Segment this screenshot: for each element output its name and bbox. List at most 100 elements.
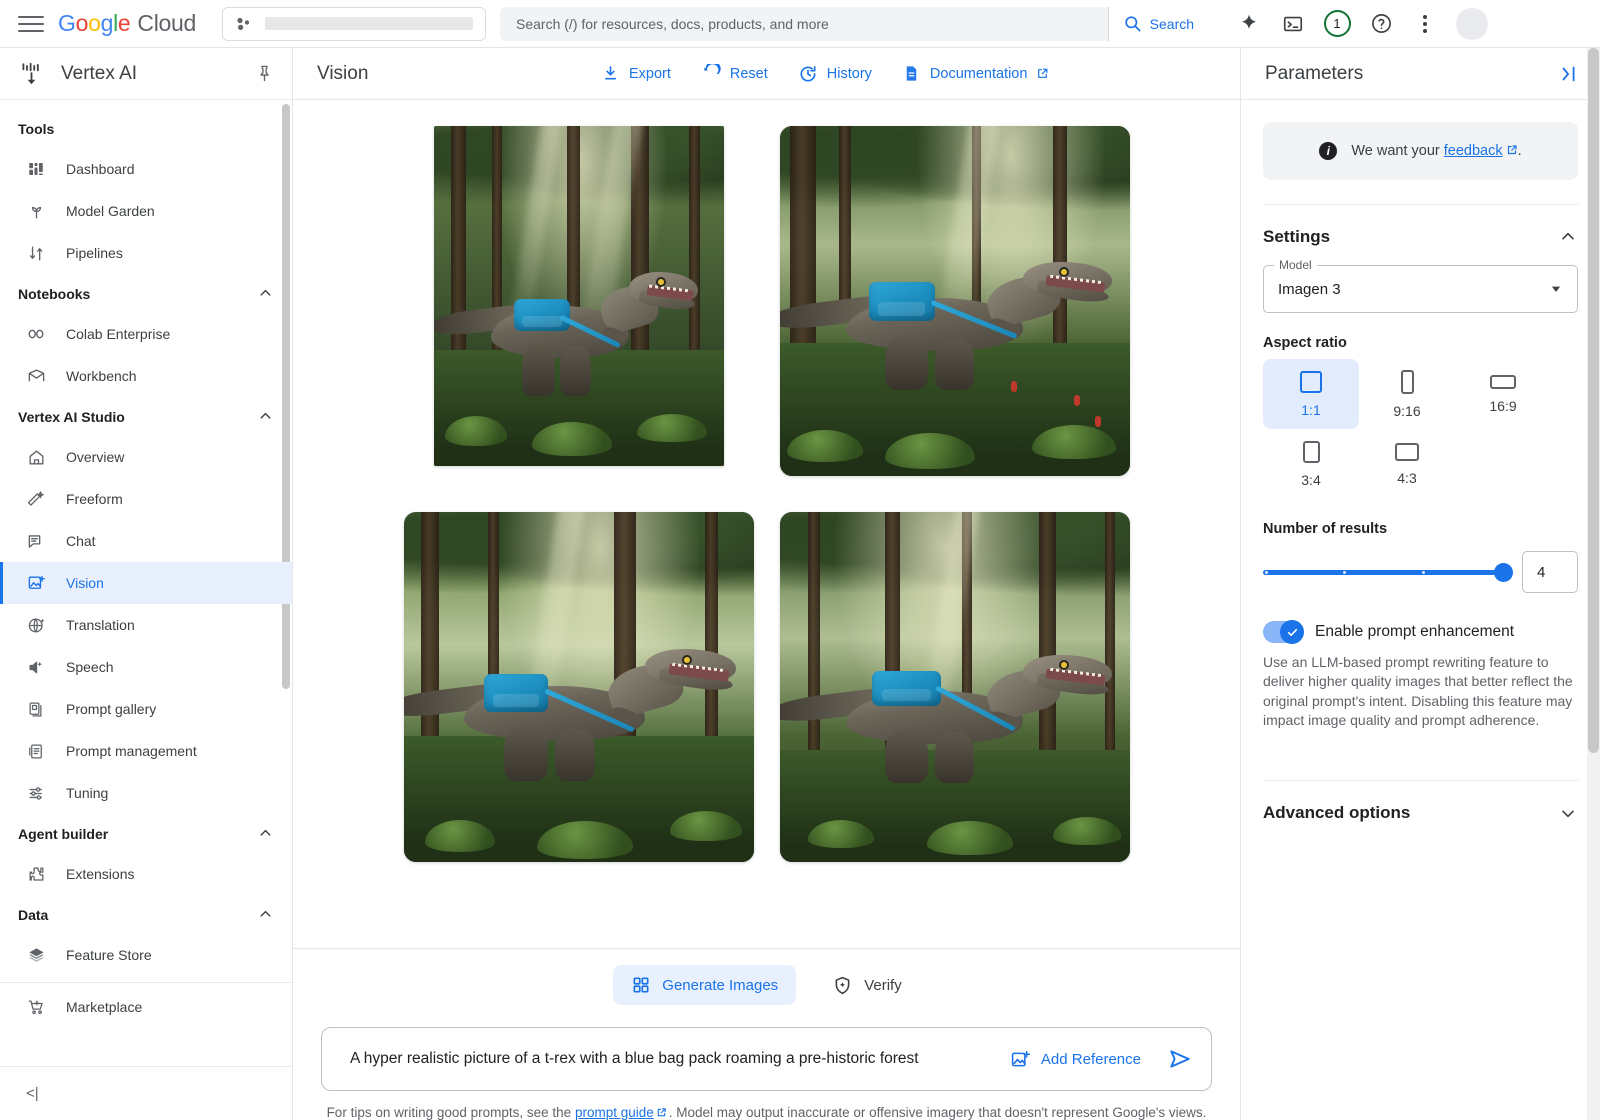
prompt-enhancement-help: Use an LLM-based prompt rewriting featur… (1263, 653, 1578, 730)
sidebar-group-label: Vertex AI Studio (18, 409, 257, 425)
external-link-icon (1036, 67, 1049, 80)
aspect-ratio-label-text: 3:4 (1301, 472, 1320, 488)
sidebar-item-translation[interactable]: Translation (0, 604, 292, 646)
gallery-icon (26, 699, 46, 719)
sidebar-item-extensions[interactable]: Extensions (0, 853, 292, 895)
send-prompt-button[interactable] (1157, 1046, 1193, 1072)
sidebar-item-label: Overview (66, 449, 124, 465)
documentation-label: Documentation (930, 66, 1028, 82)
sidebar-item-colab-enterprise[interactable]: Colab Enterprise (0, 313, 292, 355)
sidebar-item-dashboard[interactable]: Dashboard (0, 148, 292, 190)
sidebar-group-notebooks[interactable]: Notebooks (0, 274, 292, 313)
sidebar-item-prompt-management[interactable]: Prompt management (0, 730, 292, 772)
hamburger-menu-icon[interactable] (18, 11, 44, 37)
documentation-button[interactable]: Documentation (902, 64, 1050, 83)
notifications-button[interactable]: 1 (1318, 5, 1356, 43)
chevron-up-icon[interactable] (257, 825, 274, 842)
gemini-sparkle-icon[interactable] (1230, 5, 1268, 43)
aspect-ratio-1-1[interactable]: 1:1 (1263, 359, 1359, 429)
sidebar-group-vertex-ai-studio[interactable]: Vertex AI Studio (0, 397, 292, 436)
sidebar-item-vision[interactable]: Vision (0, 562, 292, 604)
document-list-icon (26, 741, 46, 761)
google-cloud-logo[interactable]: Google Cloud (58, 10, 196, 37)
aspect-ratio-4-3[interactable]: 4:3 (1359, 429, 1455, 499)
prompt-input[interactable] (350, 1050, 994, 1068)
generated-image-4[interactable] (780, 512, 1130, 862)
project-picker[interactable] (222, 7, 486, 41)
aspect-ratio-9-16[interactable]: 9:16 (1359, 359, 1455, 429)
dashboard-icon (26, 159, 46, 179)
magic-pencil-icon (26, 489, 46, 509)
search-input[interactable] (500, 7, 1108, 41)
sidebar-item-pipelines[interactable]: Pipelines (0, 232, 292, 274)
page-scrollbar[interactable] (1587, 48, 1600, 1120)
history-button[interactable]: History (798, 64, 872, 84)
add-reference-button[interactable]: Add Reference (1010, 1049, 1141, 1070)
aspect-ratio-3-4[interactable]: 3:4 (1263, 429, 1359, 499)
sidebar-item-chat[interactable]: Chat (0, 520, 292, 562)
sidebar-item-freeform[interactable]: Freeform (0, 478, 292, 520)
advanced-options-header[interactable]: Advanced options (1263, 780, 1578, 823)
pin-icon[interactable] (255, 64, 274, 83)
sidebar-item-marketplace[interactable]: Marketplace (0, 983, 292, 1031)
sidebar-group-data[interactable]: Data (0, 895, 292, 934)
sprout-icon (26, 201, 46, 221)
parameters-panel: Parameters i We want your feedback . Set… (1240, 48, 1600, 1120)
model-select[interactable]: Model Imagen 3 (1263, 265, 1578, 313)
reset-label: Reset (730, 66, 768, 82)
parameters-title: Parameters (1265, 63, 1558, 85)
generated-image-1[interactable] (434, 126, 724, 466)
tab-generate-images[interactable]: Generate Images (613, 965, 796, 1005)
tab-verify[interactable]: Verify (814, 965, 920, 1005)
prompt-guide-link[interactable]: prompt guide (575, 1105, 654, 1120)
model-select-value: Imagen 3 (1278, 281, 1549, 298)
export-button[interactable]: Export (601, 64, 671, 83)
send-arrow-icon (1167, 1046, 1193, 1072)
help-question-icon[interactable] (1362, 5, 1400, 43)
prompt-enhancement-toggle[interactable] (1263, 621, 1303, 643)
more-vertical-icon[interactable] (1406, 5, 1444, 43)
chevron-up-icon[interactable] (257, 408, 274, 425)
number-of-results-value[interactable]: 4 (1522, 551, 1578, 593)
sidebar-item-prompt-gallery[interactable]: Prompt gallery (0, 688, 292, 730)
sidebar-group-agent-builder[interactable]: Agent builder (0, 814, 292, 853)
feedback-link[interactable]: feedback (1444, 143, 1503, 159)
chevron-up-icon[interactable] (1558, 227, 1578, 247)
sidebar-item-label: Colab Enterprise (66, 326, 170, 342)
external-link-icon (656, 1107, 667, 1118)
sidebar-item-feature-store[interactable]: Feature Store (0, 934, 292, 976)
sidebar-collapse-button[interactable]: <| (0, 1066, 292, 1120)
sidebar-header: Vertex AI (0, 48, 292, 100)
chevron-up-icon[interactable] (257, 906, 274, 923)
chevron-down-icon[interactable] (1549, 282, 1563, 296)
expand-right-icon[interactable] (1558, 63, 1580, 85)
user-avatar[interactable] (1456, 8, 1488, 40)
aspect-ratio-16-9[interactable]: 16:9 (1455, 359, 1551, 429)
settings-section-header[interactable]: Settings (1263, 204, 1578, 247)
feedback-banner: i We want your feedback . (1263, 122, 1578, 180)
global-search[interactable]: Search (500, 7, 1212, 41)
sidebar-collapse-label: <| (26, 1085, 39, 1102)
toolbar-actions: Export Reset History (541, 64, 1049, 84)
app-shell: Vertex AI Tools Dashboard (0, 48, 1600, 1120)
prompt-enhancement-label: Enable prompt enhancement (1315, 623, 1514, 641)
sidebar-item-overview[interactable]: Overview (0, 436, 292, 478)
sidebar-item-model-garden[interactable]: Model Garden (0, 190, 292, 232)
sidebar-item-tuning[interactable]: Tuning (0, 772, 292, 814)
cloud-shell-terminal-icon[interactable] (1274, 5, 1312, 43)
reset-button[interactable]: Reset (701, 64, 768, 84)
sidebar-item-speech[interactable]: Speech (0, 646, 292, 688)
sidebar-group-tools[interactable]: Tools (0, 110, 292, 148)
chevron-down-icon[interactable] (1558, 803, 1578, 823)
generated-image-3[interactable] (404, 512, 754, 862)
chevron-up-icon[interactable] (257, 285, 274, 302)
sidebar-item-label: Vision (66, 575, 104, 591)
sidebar-item-label: Chat (66, 533, 96, 549)
number-of-results-slider[interactable] (1263, 570, 1504, 575)
prompt-input-row[interactable]: Add Reference (321, 1027, 1212, 1091)
slider-knob[interactable] (1494, 563, 1513, 582)
sidebar-item-workbench[interactable]: Workbench (0, 355, 292, 397)
search-button[interactable]: Search (1108, 7, 1212, 41)
generated-image-2[interactable] (780, 126, 1130, 476)
sidebar-item-label: Extensions (66, 866, 134, 882)
